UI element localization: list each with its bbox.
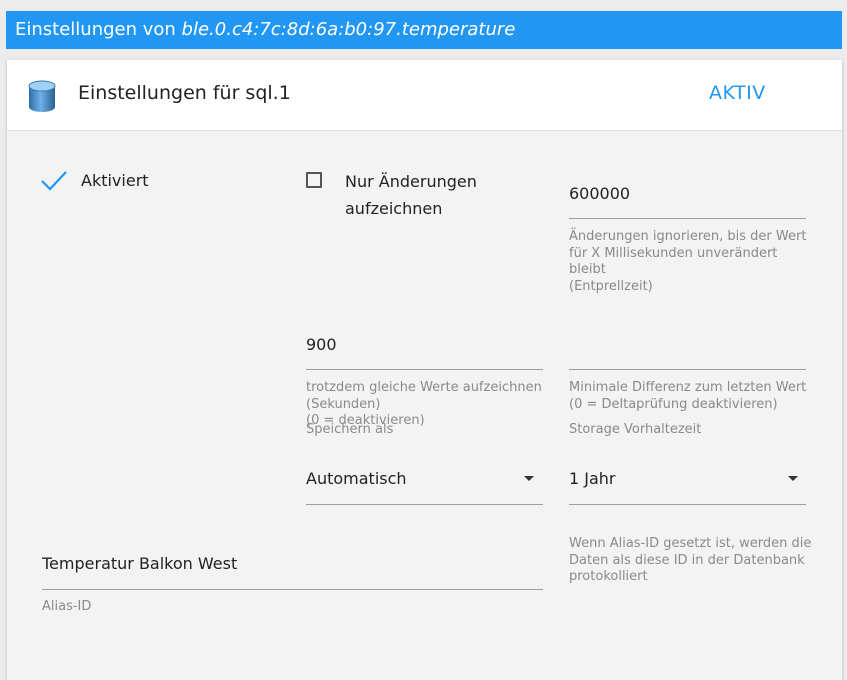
enabled-label: Aktiviert <box>81 171 149 190</box>
debounce-input[interactable]: 600000 <box>569 184 630 203</box>
panel-title: Einstellungen für sql.1 <box>78 82 291 104</box>
alias-underline <box>42 589 543 590</box>
changes-only-label: Nur Änderungen aufzeichnen <box>345 172 477 218</box>
storage-retention-underline <box>569 504 806 505</box>
store-as-select[interactable]: Automatisch <box>306 469 407 488</box>
check-icon[interactable] <box>40 170 68 196</box>
object-id: ble.0.c4:7c:8d:6a:b0:97.temperature <box>181 19 516 40</box>
storage-retention-select[interactable]: 1 Jahr <box>569 469 616 488</box>
debounce-helper: Änderungen ignorieren, bis der Wert für … <box>569 229 807 294</box>
caret-down-icon[interactable] <box>524 476 534 481</box>
alias-input[interactable]: Temperatur Balkon West <box>42 554 237 573</box>
status-badge: AKTIV <box>709 82 766 104</box>
dialog-titlebar: Einstellungen von ble.0.c4:7c:8d:6a:b0:9… <box>6 11 842 49</box>
store-as-underline <box>306 504 543 505</box>
retention-same-input[interactable]: 900 <box>306 335 337 354</box>
store-as-label: Speichern als <box>306 422 394 437</box>
alias-helper: Wenn Alias-ID gesetzt ist, werden die Da… <box>569 536 812 584</box>
retention-same-underline <box>306 369 543 370</box>
changes-only-checkbox[interactable] <box>306 172 322 188</box>
min-delta-helper: Minimale Differenz zum letzten Wert (0 =… <box>569 380 807 412</box>
settings-panel: Einstellungen für sql.1 AKTIV Aktiviert … <box>7 60 842 680</box>
alias-label: Alias-ID <box>42 599 92 614</box>
caret-down-icon[interactable] <box>788 476 798 481</box>
storage-retention-label: Storage Vorhaltezeit <box>569 422 702 437</box>
panel-header[interactable]: Einstellungen für sql.1 AKTIV <box>7 60 842 131</box>
min-delta-underline <box>569 369 806 370</box>
debounce-underline <box>569 218 806 219</box>
titlebar-prefix: Einstellungen von <box>15 19 182 40</box>
database-icon <box>27 80 57 117</box>
